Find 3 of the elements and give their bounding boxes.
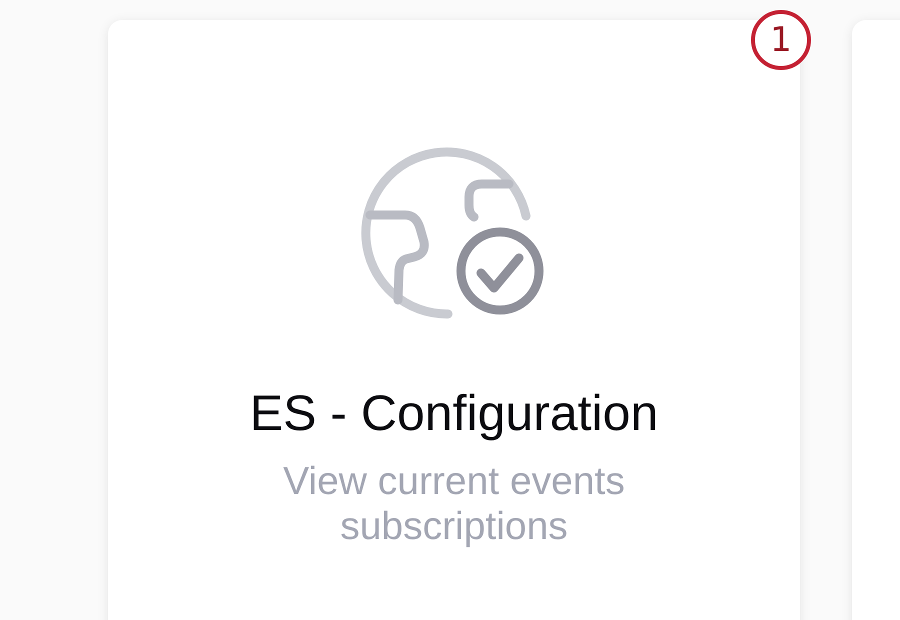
number-badge: 1 <box>751 10 811 70</box>
card-title: ES - Configuration <box>250 384 658 443</box>
card-description: View current events subscriptions <box>282 459 626 549</box>
